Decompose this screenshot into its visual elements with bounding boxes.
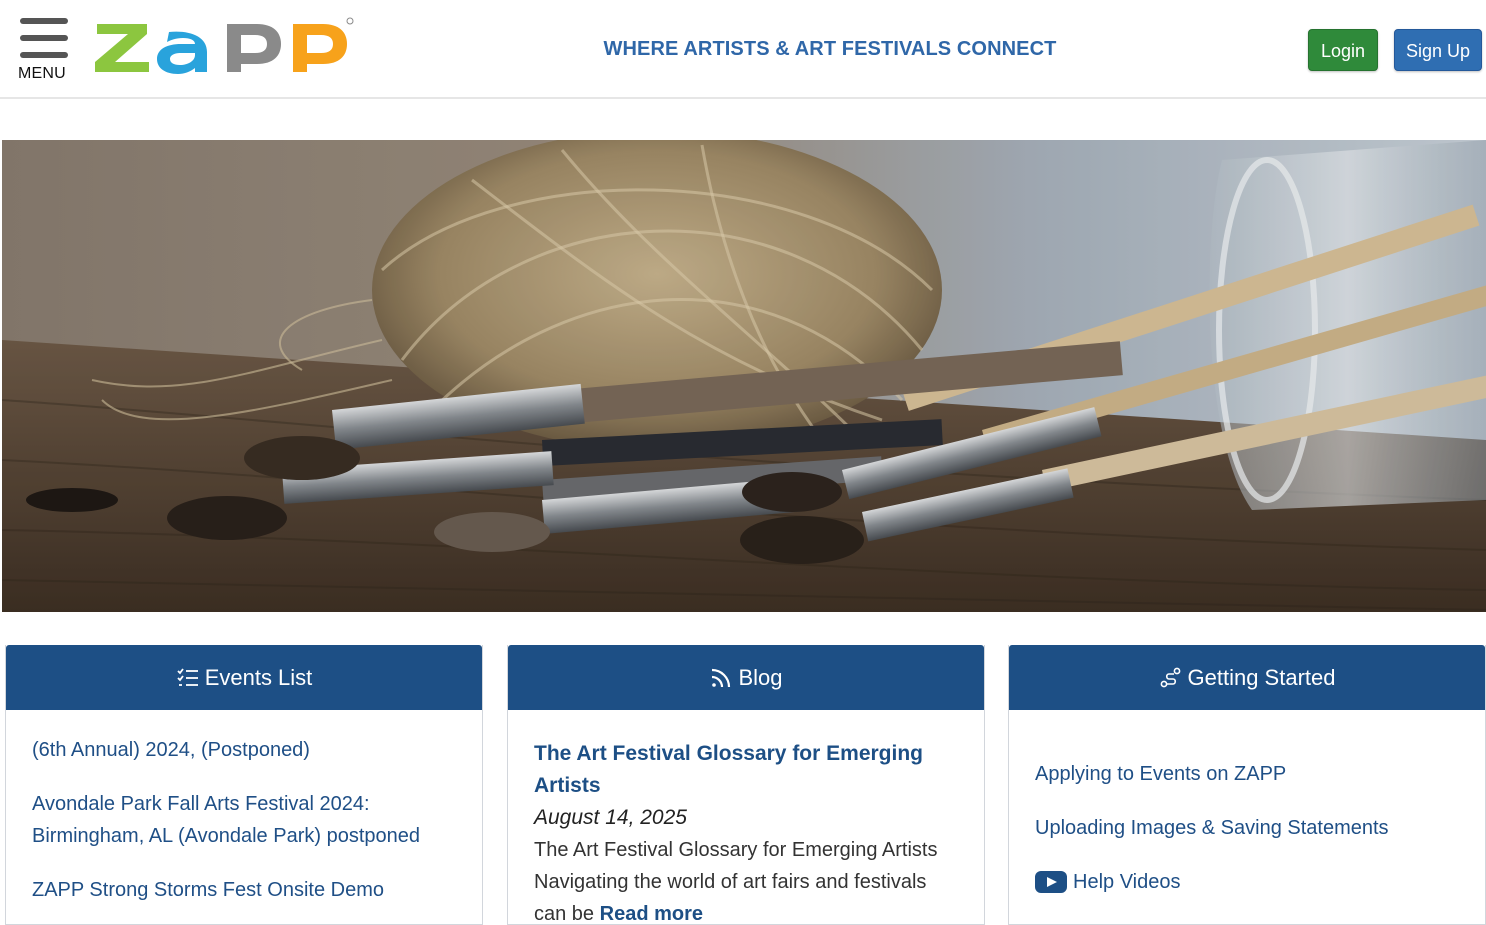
site-header: MENU WHERE ARTISTS & ART FESTIVALS CONNE…: [0, 0, 1486, 99]
events-list-title: Events List: [204, 664, 313, 690]
event-link[interactable]: (6th Annual) 2024, (Postponed): [32, 734, 456, 766]
rss-icon: [709, 666, 733, 690]
youtube-play-icon: [1035, 871, 1067, 893]
events-list-card: Events List (6th Annual) 2024, (Postpone…: [5, 645, 483, 925]
applying-to-events-link[interactable]: Applying to Events on ZAPP: [1035, 758, 1459, 790]
getting-started-header[interactable]: Getting Started: [1009, 645, 1485, 710]
blog-post-excerpt-text: The Art Festival Glossary for Emerging A…: [534, 839, 938, 925]
hero-image: [2, 140, 1486, 612]
getting-started-card: Getting Started Applying to Events on ZA…: [1008, 645, 1486, 925]
event-link[interactable]: Avondale Park Fall Arts Festival 2024: B…: [32, 788, 456, 852]
help-videos-label: Help Videos: [1073, 871, 1181, 893]
help-videos-link[interactable]: Help Videos: [1035, 866, 1459, 898]
hamburger-icon: [20, 18, 68, 58]
route-icon: [1159, 666, 1183, 690]
blog-header[interactable]: Blog: [508, 645, 984, 710]
blog-title: Blog: [738, 664, 783, 690]
events-list-header[interactable]: Events List: [6, 645, 482, 710]
list-check-icon: [176, 666, 200, 690]
uploading-images-link[interactable]: Uploading Images & Saving Statements: [1035, 812, 1459, 844]
blog-post-date: August 14, 2025: [534, 806, 687, 829]
menu-button[interactable]: MENU: [18, 16, 74, 86]
site-tagline: WHERE ARTISTS & ART FESTIVALS CONNECT: [603, 38, 1057, 60]
blog-card: Blog The Art Festival Glossary for Emerg…: [507, 645, 985, 925]
zapp-logo[interactable]: [95, 14, 357, 76]
blog-post-excerpt: The Art Festival Glossary for Emerging A…: [534, 834, 958, 925]
blog-post-title[interactable]: The Art Festival Glossary for Emerging A…: [534, 738, 958, 802]
read-more-link[interactable]: Read more: [600, 903, 703, 924]
getting-started-title: Getting Started: [1187, 664, 1336, 690]
sign-up-button[interactable]: Sign Up: [1394, 29, 1482, 71]
menu-label: MENU: [18, 65, 66, 82]
event-link[interactable]: ZAPP Strong Storms Fest Onsite Demo: [32, 874, 456, 906]
login-button[interactable]: Login: [1308, 29, 1378, 71]
